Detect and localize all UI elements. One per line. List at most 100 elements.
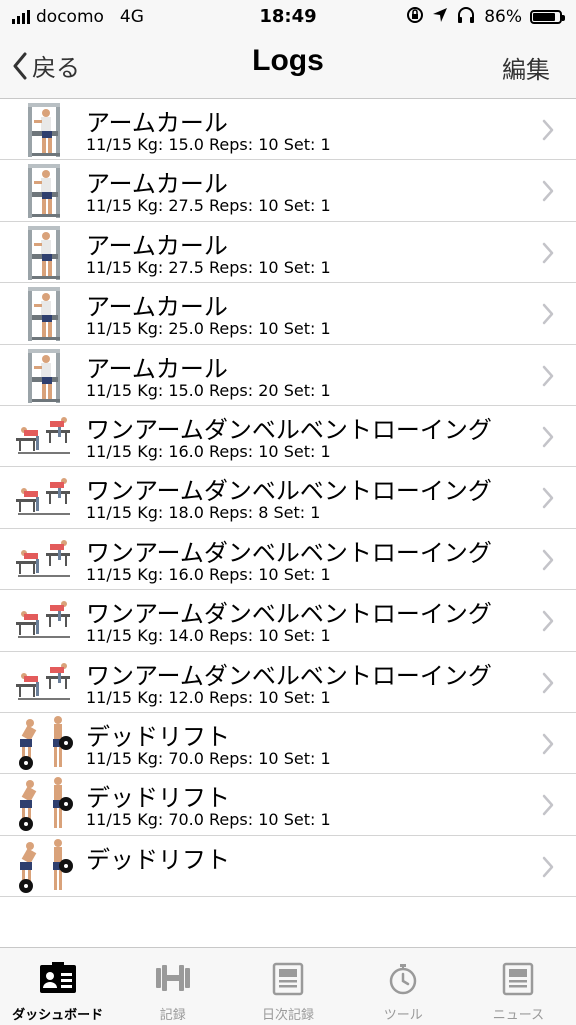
exercise-name: アームカール: [86, 354, 228, 383]
headphones-icon: [456, 6, 476, 28]
exercise-name: デッドリフト: [86, 784, 230, 813]
chevron-right-icon: [542, 426, 554, 448]
disclosure-indicator: [542, 365, 554, 391]
disclosure-indicator: [542, 549, 554, 575]
log-row[interactable]: デッドリフト 11/15 Kg: 70.0 Reps: 10 Set: 1: [0, 774, 576, 836]
exercise-name: アームカール: [86, 231, 228, 260]
disclosure-indicator: [542, 733, 554, 759]
battery-percent: 86%: [484, 7, 522, 27]
tab-dumbbell[interactable]: 記録: [115, 948, 230, 1025]
log-detail: 11/15 Kg: 14.0 Reps: 10 Set: 1: [86, 626, 331, 646]
tab-news[interactable]: ニュース: [461, 948, 576, 1025]
chevron-right-icon: [542, 610, 554, 632]
log-row[interactable]: ワンアームダンベルベントローイング 11/15 Kg: 14.0 Reps: 10…: [0, 590, 576, 652]
status-bar: docomo 4G 18:49 86%: [0, 0, 576, 34]
page-title: Logs: [252, 44, 324, 77]
log-row[interactable]: ワンアームダンベルベントローイング 11/15 Kg: 18.0 Reps: 8 …: [0, 467, 576, 529]
exercise-name: ワンアームダンベルベントローイング: [86, 600, 492, 629]
chevron-right-icon: [542, 242, 554, 264]
tab-label: ダッシュボード: [12, 1008, 104, 1023]
log-detail: 11/15 Kg: 12.0 Reps: 10 Set: 1: [86, 687, 331, 707]
arm-curl-thumbnail: [14, 285, 74, 342]
dumbbell-row-thumbnail: [14, 408, 74, 464]
disclosure-indicator: [542, 119, 554, 145]
exercise-name: アームカール: [86, 293, 228, 322]
tab-stopwatch[interactable]: ツール: [346, 948, 461, 1025]
chevron-right-icon: [542, 672, 554, 693]
exercise-name: ワンアームダンベルベントローイング: [86, 477, 492, 506]
disclosure-indicator: [542, 426, 554, 452]
dumbbell-row-thumbnail: [14, 531, 74, 587]
disclosure-indicator: [542, 794, 554, 820]
disclosure-indicator: [542, 487, 554, 513]
dumbbell-row-thumbnail: [14, 654, 74, 710]
arm-curl-thumbnail: [14, 347, 74, 403]
stopwatch-icon: [386, 962, 420, 1000]
exercise-name: アームカール: [86, 170, 228, 199]
disclosure-indicator: [542, 180, 554, 206]
disclosure-indicator: [542, 856, 554, 882]
log-row[interactable]: アームカール 11/15 Kg: 15.0 Reps: 20 Set: 1: [0, 345, 576, 406]
tab-label: ツール: [383, 1008, 423, 1023]
deadlift-thumbnail: [14, 838, 74, 894]
chevron-right-icon: [542, 488, 554, 509]
news-icon: [501, 962, 535, 1000]
log-row[interactable]: アームカール 11/15 Kg: 27.5 Reps: 10 Set: 1: [0, 160, 576, 222]
log-row[interactable]: デッドリフト 11/15 Kg: 70.0 Reps: 10 Set: 1: [0, 713, 576, 775]
disclosure-indicator: [542, 242, 554, 268]
battery-icon: [530, 10, 565, 24]
exercise-name: ワンアームダンベルベントローイング: [86, 415, 492, 444]
rotation-lock-icon: [406, 6, 424, 28]
arm-curl-thumbnail: [14, 101, 74, 157]
log-detail: 11/15 Kg: 15.0 Reps: 10 Set: 1: [86, 135, 331, 154]
dashboard-icon: [39, 962, 77, 998]
chevron-right-icon: [542, 549, 554, 570]
log-detail: 11/15 Kg: 16.0 Reps: 10 Set: 1: [86, 564, 331, 584]
edit-button[interactable]: 編集: [502, 50, 550, 85]
log-detail: 11/15 Kg: 27.5 Reps: 10 Set: 1: [86, 196, 331, 216]
tab-daily-log[interactable]: 日次記録: [230, 948, 345, 1025]
chevron-right-icon: [542, 795, 554, 816]
log-row[interactable]: ワンアームダンベルベントローイング 11/15 Kg: 16.0 Reps: 10…: [0, 529, 576, 591]
log-detail: 11/15 Kg: 27.5 Reps: 10 Set: 1: [86, 257, 331, 277]
exercise-name: ワンアームダンベルベントローイング: [86, 661, 492, 690]
log-list: アームカール 11/15 Kg: 15.0 Reps: 10 Set: 1 アームカ…: [0, 99, 576, 947]
status-right: 86%: [406, 6, 565, 28]
tab-label: ニュース: [492, 1008, 545, 1023]
exercise-name: アームカール: [86, 109, 228, 137]
tab-dashboard[interactable]: ダッシュボード: [0, 948, 115, 1025]
chevron-right-icon: [542, 733, 554, 755]
location-icon: [432, 7, 448, 27]
log-row[interactable]: アームカール 11/15 Kg: 27.5 Reps: 10 Set: 1: [0, 222, 576, 284]
arm-curl-thumbnail: [14, 224, 74, 280]
log-row[interactable]: ワンアームダンベルベントローイング 11/15 Kg: 12.0 Reps: 10…: [0, 652, 576, 713]
log-detail: 11/15 Kg: 70.0 Reps: 10 Set: 1: [86, 810, 331, 830]
disclosure-indicator: [542, 672, 554, 698]
log-detail: 11/15 Kg: 18.0 Reps: 8 Set: 1: [86, 503, 321, 523]
dumbbell-row-thumbnail: [14, 592, 74, 648]
dumbbell-row-thumbnail: [14, 469, 74, 525]
arm-curl-thumbnail: [14, 162, 74, 219]
daily-log-icon: [271, 962, 305, 1000]
log-row[interactable]: ワンアームダンベルベントローイング 11/15 Kg: 16.0 Reps: 10…: [0, 406, 576, 468]
log-row[interactable]: デッドリフト: [0, 836, 576, 898]
deadlift-thumbnail: [14, 715, 74, 771]
navigation-bar: 戻る Logs 編集: [0, 34, 576, 99]
log-detail: 11/15 Kg: 16.0 Reps: 10 Set: 1: [86, 441, 331, 461]
exercise-name: ワンアームダンベルベントローイング: [86, 538, 492, 567]
tab-bar: ダッシュボード 記録 日次記録 ツール ニュース: [0, 947, 576, 1025]
log-detail: 11/15 Kg: 25.0 Reps: 10 Set: 1: [86, 319, 331, 339]
tab-label: 記録: [159, 1008, 186, 1023]
log-detail: 11/15 Kg: 15.0 Reps: 20 Set: 1: [86, 380, 331, 400]
exercise-name: デッドリフト: [86, 722, 230, 751]
log-detail: 11/15 Kg: 70.0 Reps: 10 Set: 1: [86, 748, 331, 768]
chevron-right-icon: [542, 181, 554, 202]
disclosure-indicator: [542, 303, 554, 329]
deadlift-thumbnail: [14, 776, 74, 832]
dumbbell-icon: [154, 962, 192, 998]
disclosure-indicator: [542, 610, 554, 636]
tab-label: 日次記録: [262, 1008, 315, 1023]
chevron-right-icon: [542, 303, 554, 325]
log-row[interactable]: アームカール 11/15 Kg: 15.0 Reps: 10 Set: 1: [0, 99, 576, 161]
log-row[interactable]: アームカール 11/15 Kg: 25.0 Reps: 10 Set: 1: [0, 283, 576, 345]
